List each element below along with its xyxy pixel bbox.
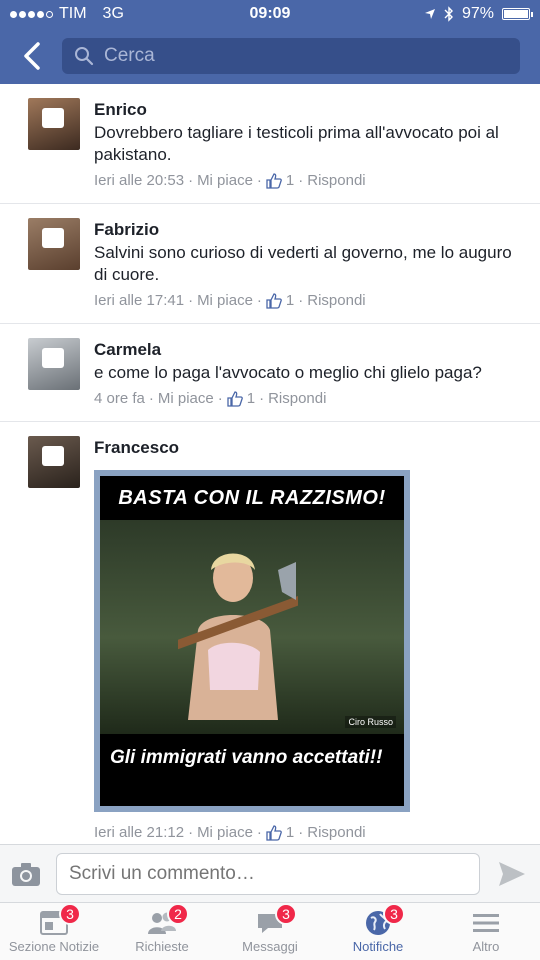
send-button[interactable] bbox=[494, 856, 530, 892]
search-placeholder: Cerca bbox=[104, 45, 155, 66]
image-scene bbox=[100, 520, 404, 734]
like-count: 1 bbox=[285, 824, 295, 841]
tab-label: Sezione Notizie bbox=[8, 939, 100, 954]
comment-text: Salvini sono curioso di vederti al gover… bbox=[94, 243, 512, 284]
like-count: 1 bbox=[285, 292, 295, 309]
tab-news-feed[interactable]: 3 Sezione Notizie bbox=[0, 903, 108, 960]
comment-time: Ieri alle 21:12 bbox=[94, 824, 185, 841]
reply-link[interactable]: Rispondi bbox=[307, 172, 365, 189]
tab-label: Altro bbox=[472, 939, 500, 954]
image-bottom-caption: Gli immigrati vanno accettati!! bbox=[100, 734, 404, 806]
comment-time: Ieri alle 20:53 bbox=[94, 172, 185, 189]
bottom-tab-bar: 3 Sezione Notizie 2 Richieste 3 Messaggi… bbox=[0, 902, 540, 960]
like-link[interactable]: Mi piace bbox=[158, 390, 214, 407]
back-button[interactable] bbox=[20, 39, 44, 73]
notifications-badge: 3 bbox=[383, 903, 405, 925]
comment-author[interactable]: Fabrizio bbox=[94, 220, 522, 240]
signal-strength-icon bbox=[10, 10, 53, 18]
bluetooth-icon bbox=[444, 6, 453, 22]
like-count: 1 bbox=[285, 172, 295, 189]
comment-text: Dovrebbero tagliare i testicoli prima al… bbox=[94, 123, 499, 164]
avatar[interactable] bbox=[28, 436, 80, 488]
thumbs-up-icon bbox=[266, 172, 282, 189]
image-credit: Ciro Russo bbox=[345, 716, 396, 728]
comment-time: Ieri alle 17:41 bbox=[94, 292, 185, 309]
woman-with-axe-illustration bbox=[178, 553, 298, 720]
like-link[interactable]: Mi piace bbox=[197, 824, 253, 841]
comment-text: e come lo paga l'avvocato o meglio chi g… bbox=[94, 363, 482, 382]
comment-item: Carmela e come lo paga l'avvocato o megl… bbox=[0, 324, 540, 422]
tab-notifications[interactable]: 3 Notifiche bbox=[324, 903, 432, 960]
tab-label: Messaggi bbox=[242, 939, 298, 954]
like-link[interactable]: Mi piace bbox=[197, 292, 253, 309]
tab-more[interactable]: Altro bbox=[432, 903, 540, 960]
thumbs-up-icon bbox=[266, 292, 282, 309]
send-icon bbox=[499, 861, 525, 886]
avatar[interactable] bbox=[28, 218, 80, 270]
comment-image[interactable]: BASTA CON IL RAZZISMO! Gli immigrati van… bbox=[94, 470, 410, 812]
comment-item: Fabrizio Salvini sono curioso di vederti… bbox=[0, 204, 540, 324]
image-top-caption: BASTA CON IL RAZZISMO! bbox=[100, 476, 404, 520]
comment-input[interactable] bbox=[56, 852, 480, 895]
reply-link[interactable]: Rispondi bbox=[268, 390, 326, 407]
tab-messages[interactable]: 3 Messaggi bbox=[216, 903, 324, 960]
friend-requests-badge: 2 bbox=[167, 903, 189, 925]
battery-icon bbox=[502, 8, 533, 20]
reply-link[interactable]: Rispondi bbox=[307, 824, 365, 841]
tab-friend-requests[interactable]: 2 Richieste bbox=[108, 903, 216, 960]
tab-label: Richieste bbox=[135, 939, 189, 954]
clock: 09:09 bbox=[249, 5, 291, 22]
comment-compose-bar bbox=[0, 844, 540, 902]
comment-author[interactable]: Francesco bbox=[94, 438, 522, 458]
search-field[interactable]: Cerca bbox=[62, 38, 520, 74]
top-bar: TIM 3G 09:09 97% Cerca bbox=[0, 0, 540, 84]
carrier-label: TIM bbox=[59, 5, 87, 22]
camera-icon[interactable] bbox=[10, 858, 42, 890]
comment-author[interactable]: Carmela bbox=[94, 340, 522, 360]
status-bar: TIM 3G 09:09 97% bbox=[0, 0, 540, 28]
comment-item: Francesco BASTA CON IL RAZZISMO! Gli imm… bbox=[0, 422, 540, 844]
network-label: 3G bbox=[102, 5, 124, 22]
comment-time: 4 ore fa bbox=[94, 390, 145, 407]
search-icon bbox=[75, 47, 94, 66]
like-link[interactable]: Mi piace bbox=[197, 172, 253, 189]
location-arrow-icon bbox=[424, 9, 435, 19]
menu-icon bbox=[473, 914, 499, 932]
tab-label: Notifiche bbox=[352, 939, 404, 954]
battery-percent: 97% bbox=[461, 5, 494, 22]
thumbs-up-icon bbox=[266, 824, 282, 841]
chevron-left-icon bbox=[24, 42, 40, 70]
comments-list: Enrico Dovrebbero tagliare i testicoli p… bbox=[0, 84, 540, 844]
thumbs-up-icon bbox=[227, 390, 243, 407]
comment-author[interactable]: Enrico bbox=[94, 100, 522, 120]
reply-link[interactable]: Rispondi bbox=[307, 292, 365, 309]
avatar[interactable] bbox=[28, 338, 80, 390]
like-count: 1 bbox=[246, 390, 256, 407]
news-feed-badge: 3 bbox=[59, 903, 81, 925]
messages-badge: 3 bbox=[275, 903, 297, 925]
comment-item: Enrico Dovrebbero tagliare i testicoli p… bbox=[0, 84, 540, 204]
avatar[interactable] bbox=[28, 98, 80, 150]
